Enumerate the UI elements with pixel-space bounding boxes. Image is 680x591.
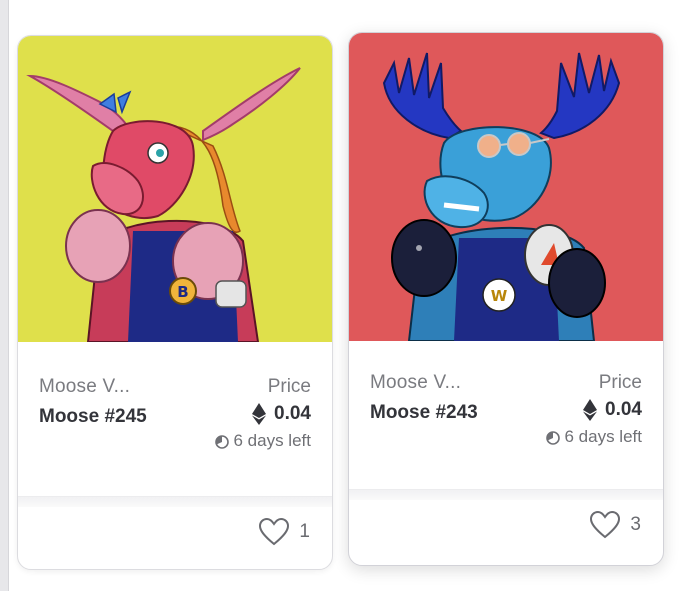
time-left-text: 6 days left: [564, 427, 643, 446]
clock-icon: [214, 434, 229, 449]
clock-icon: [545, 430, 560, 445]
time-left-row: 6 days left: [214, 431, 312, 451]
price-value: 0.04: [605, 399, 642, 420]
nft-card-moose-245[interactable]: B Moose V... Moose #245 Price 0.04 6 day…: [17, 35, 333, 570]
heart-icon[interactable]: [590, 510, 621, 539]
nft-artwork[interactable]: B: [18, 36, 332, 342]
like-button[interactable]: 1: [259, 517, 310, 546]
svg-text:B: B: [177, 283, 188, 301]
price-label: Price: [267, 376, 311, 397]
like-count: 3: [630, 514, 641, 535]
collection-name[interactable]: Moose V...: [370, 372, 461, 394]
time-left-row: 6 days left: [545, 427, 643, 447]
time-left-text: 6 days left: [233, 431, 312, 450]
card-divider: [18, 496, 332, 507]
price-row: 0.04: [583, 399, 642, 421]
price-value: 0.04: [274, 403, 311, 424]
price-label: Price: [598, 372, 642, 393]
card-divider: [349, 489, 663, 500]
ethereum-icon: [583, 399, 598, 421]
nft-artwork[interactable]: W: [349, 33, 663, 341]
token-name[interactable]: Moose #245: [39, 406, 147, 428]
price-row: 0.04: [252, 403, 311, 425]
left-rail: [0, 0, 9, 591]
like-count: 1: [299, 521, 310, 542]
svg-text:W: W: [491, 287, 508, 305]
collection-name[interactable]: Moose V...: [39, 376, 130, 398]
nft-card-moose-243[interactable]: W Moose V... Moose #243 Price 0.04 6 day…: [348, 32, 664, 566]
like-button[interactable]: 3: [590, 510, 641, 539]
heart-icon[interactable]: [259, 517, 290, 546]
token-name[interactable]: Moose #243: [370, 402, 478, 424]
ethereum-icon: [252, 403, 267, 425]
